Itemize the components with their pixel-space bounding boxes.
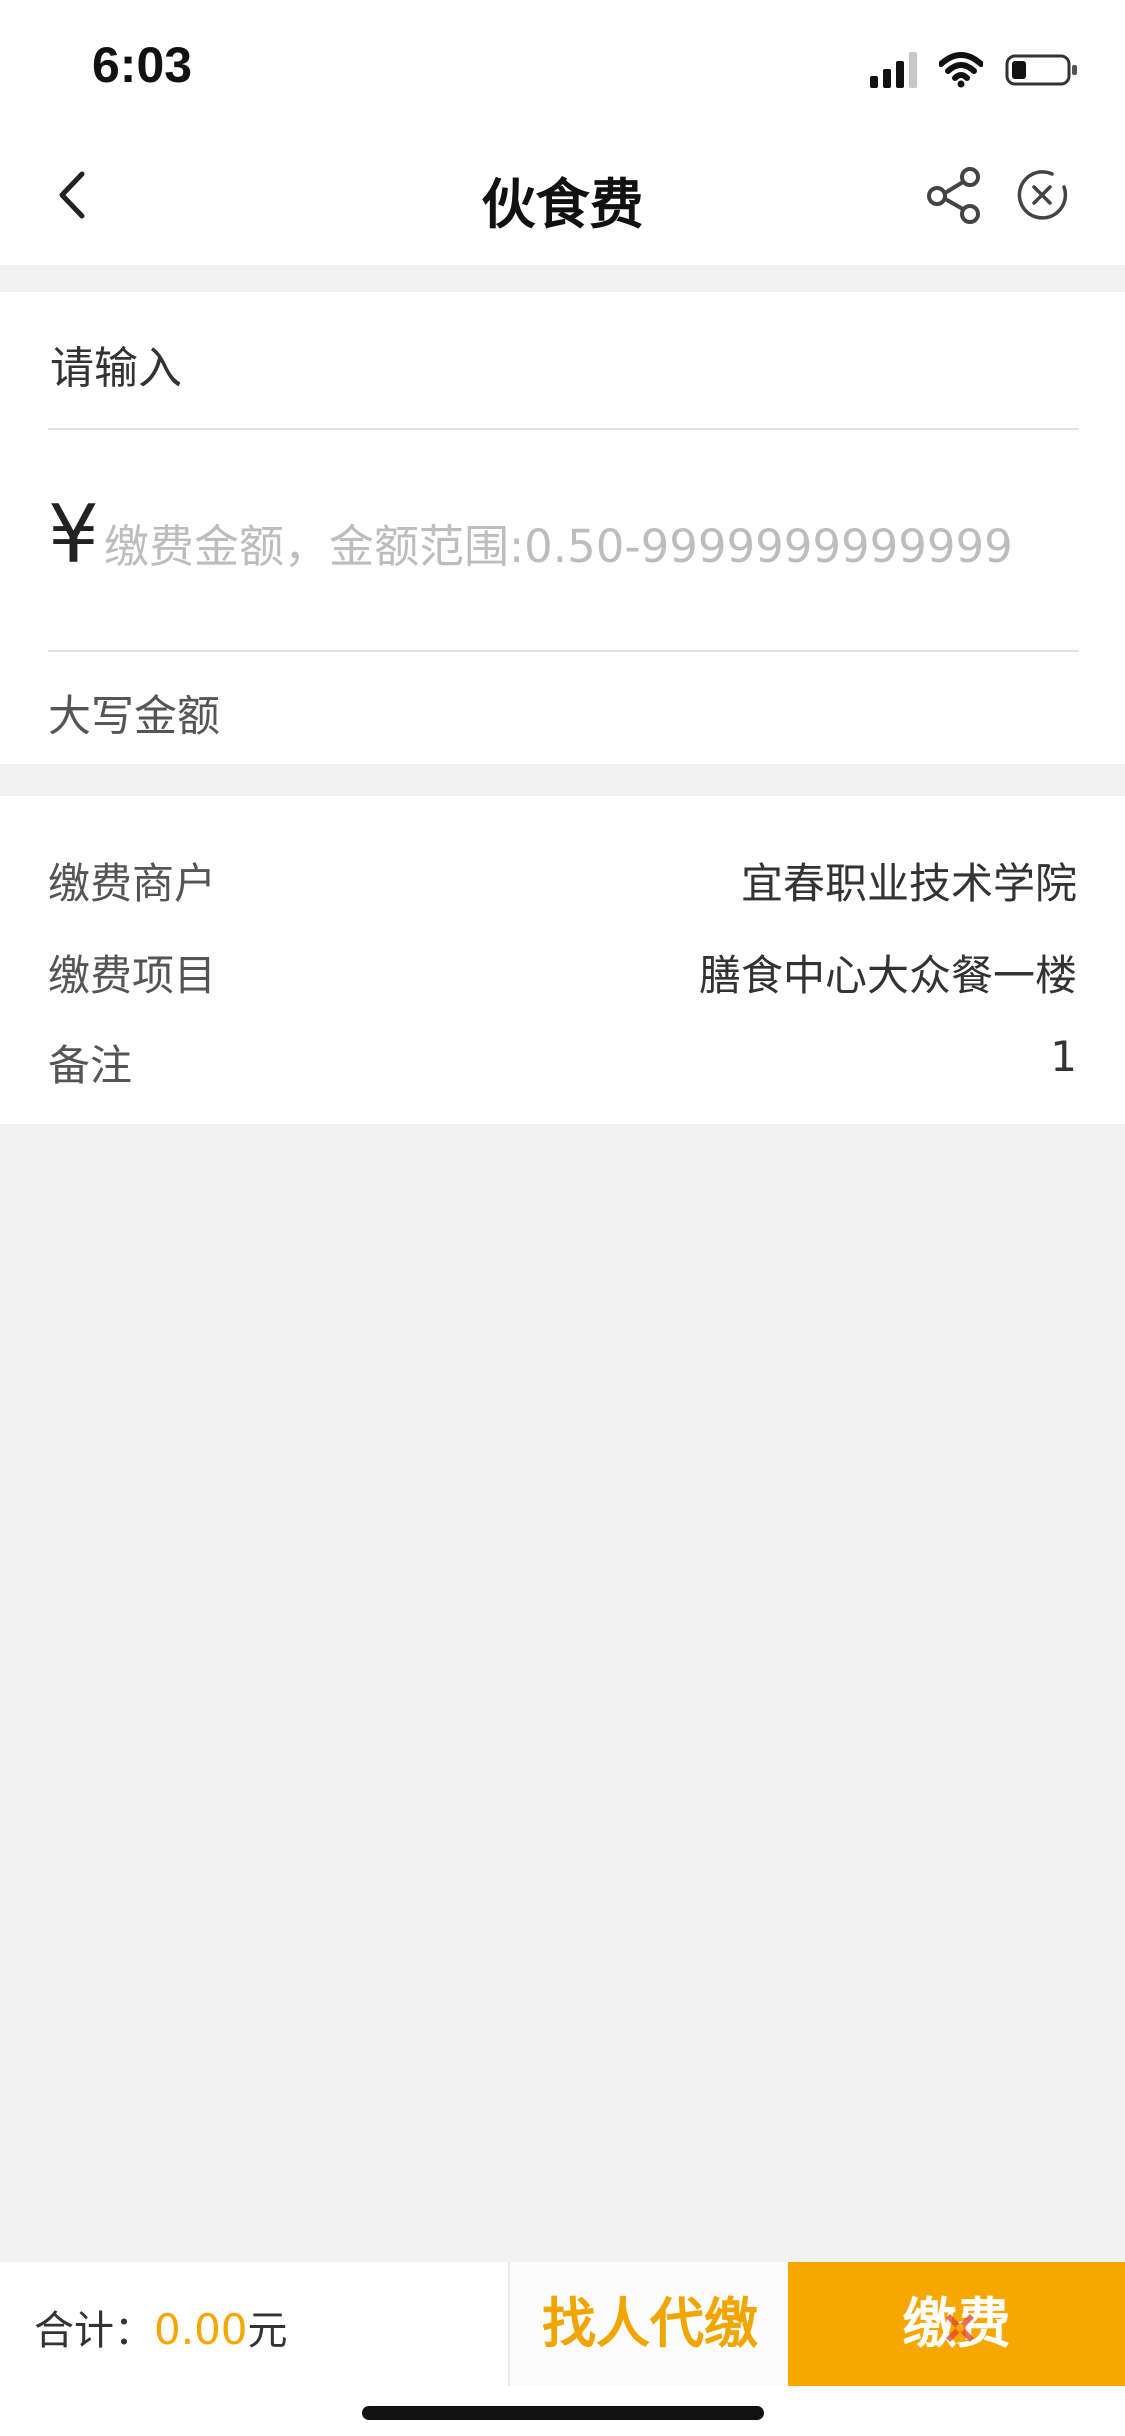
home-area <box>0 2386 1125 2436</box>
nav-bar: 伙食费 <box>0 130 1125 265</box>
remark-row: 备注 1 <box>48 1022 1077 1092</box>
merchant-row: 缴费商户 宜春职业技术学院 <box>48 840 1077 910</box>
uppercase-amount-label: 大写金额 <box>48 692 220 742</box>
share-button[interactable] <box>920 160 990 230</box>
total-label: 合计： <box>34 2308 154 2354</box>
total-summary: 合计：0.00元 <box>34 2298 288 2356</box>
item-value: 膳食中心大众餐一楼 <box>698 951 1077 1000</box>
item-label: 缴费项目 <box>48 951 217 1000</box>
remark-value: 1 <box>1050 1032 1077 1081</box>
status-time: 6:03 <box>92 37 193 93</box>
total-unit: 元 <box>247 2308 288 2354</box>
currency-symbol: ¥ <box>48 488 99 581</box>
home-indicator[interactable] <box>362 2406 764 2420</box>
status-icons <box>870 48 1079 88</box>
remark-label: 备注 <box>48 1041 133 1090</box>
cellular-signal-icon <box>870 52 917 88</box>
merchant-value: 宜春职业技术学院 <box>740 859 1077 908</box>
payment-form: 请输入 ¥ 缴费金额，金额范围:0.50-9999999999999 大写金额 <box>0 292 1125 764</box>
watermark-logo-icon <box>946 2314 974 2342</box>
amount-input[interactable]: 缴费金额，金额范围:0.50-9999999999999 <box>104 510 1013 575</box>
close-button[interactable] <box>1012 165 1072 225</box>
amount-row[interactable]: ¥ 缴费金额，金额范围:0.50-9999999999999 <box>48 428 1079 652</box>
battery-icon <box>1005 54 1077 86</box>
wifi-icon <box>939 52 983 88</box>
proxy-pay-button[interactable]: 找人代缴 <box>508 2262 790 2386</box>
uppercase-amount-row: 大写金额 <box>48 650 1079 764</box>
status-bar: 6:03 <box>0 0 1125 130</box>
item-row: 缴费项目 膳食中心大众餐一楼 <box>48 932 1077 1002</box>
total-amount: 0.00 <box>154 2305 248 2354</box>
input-row[interactable]: 请输入 <box>48 292 1079 430</box>
close-circle-icon <box>1017 170 1068 220</box>
watermark <box>944 2306 1114 2356</box>
merchant-label: 缴费商户 <box>48 859 217 908</box>
payment-info: 缴费商户 宜春职业技术学院 缴费项目 膳食中心大众餐一楼 备注 1 <box>0 796 1125 1124</box>
input-label: 请输入 <box>50 343 182 394</box>
share-icon <box>927 167 980 224</box>
